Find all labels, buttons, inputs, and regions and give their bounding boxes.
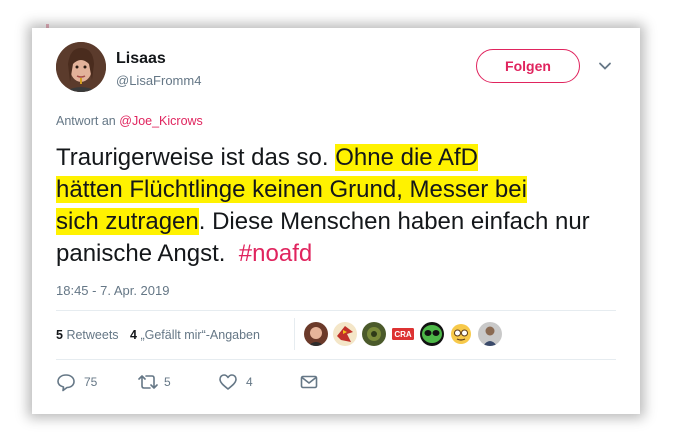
envelope-icon: [300, 375, 318, 389]
chevron-down-icon[interactable]: [597, 58, 613, 74]
reply-prefix: Antwort an: [56, 114, 116, 128]
hashtag-link[interactable]: #noafd: [239, 240, 312, 267]
user-name[interactable]: Lisaas: [116, 50, 166, 68]
heart-icon: [219, 374, 237, 390]
liker-avatar-eagle-icon[interactable]: [333, 322, 357, 346]
tweet-card: Lisaas @LisaFromm4 Folgen Antwort an @Jo…: [32, 28, 640, 414]
liker-avatar-crazy-text-icon[interactable]: CRA: [391, 322, 415, 346]
user-avatar[interactable]: [56, 42, 106, 92]
tweet-highlight-1: Ohne die AfD: [335, 144, 478, 171]
svg-text:CRA: CRA: [394, 330, 412, 339]
engagement-stats: 5 Retweets 4 „Gefällt mir“-Angaben: [56, 328, 260, 342]
reply-button[interactable]: 75: [56, 371, 116, 393]
liker-avatar-nerd-emoji-icon[interactable]: [449, 322, 473, 346]
stats-separator: [294, 318, 295, 350]
like-button[interactable]: 4: [218, 371, 278, 393]
liker-avatar-alien-sunglasses-icon[interactable]: [420, 322, 444, 346]
reply-context: Antwort an @Joe_Kicrows: [56, 114, 203, 128]
retweet-button[interactable]: 5: [136, 371, 196, 393]
liker-avatar-person-icon[interactable]: [478, 322, 502, 346]
tweet-highlight-2: hätten Flüchtlinge keinen Grund, Messer …: [56, 176, 527, 203]
reply-mention-link[interactable]: @Joe_Kicrows: [119, 114, 203, 128]
likes-stat-label: „Gefällt mir“-Angaben: [140, 328, 260, 342]
user-handle[interactable]: @LisaFromm4: [116, 73, 201, 88]
retweets-stat-label: Retweets: [66, 328, 119, 342]
retweets-stat[interactable]: 5 Retweets: [56, 328, 119, 342]
tweet-text-part1: Traurigerweise ist das so.: [56, 144, 329, 171]
follow-button[interactable]: Folgen: [476, 49, 580, 83]
profile-photo-icon: [56, 42, 106, 92]
retweets-stat-count: 5: [56, 328, 63, 342]
liker-avatar-green-icon[interactable]: [362, 322, 386, 346]
retweet-count: 5: [164, 375, 171, 389]
reply-count: 75: [84, 375, 98, 389]
divider: [56, 310, 616, 311]
reply-icon: [57, 374, 75, 392]
direct-message-button[interactable]: [299, 371, 323, 393]
retweet-icon: [138, 375, 158, 389]
tweet-highlight-3: sich zutragen: [56, 208, 199, 235]
liker-avatar-woman-icon[interactable]: [304, 322, 328, 346]
like-count: 4: [246, 375, 253, 389]
likes-stat-count: 4: [130, 328, 137, 342]
tweet-timestamp[interactable]: 18:45 - 7. Apr. 2019: [56, 283, 169, 298]
tweet-text: Traurigerweise ist das so. Ohne die AfD h…: [56, 142, 626, 270]
likes-stat[interactable]: 4 „Gefällt mir“-Angaben: [130, 328, 260, 342]
divider: [56, 359, 616, 360]
